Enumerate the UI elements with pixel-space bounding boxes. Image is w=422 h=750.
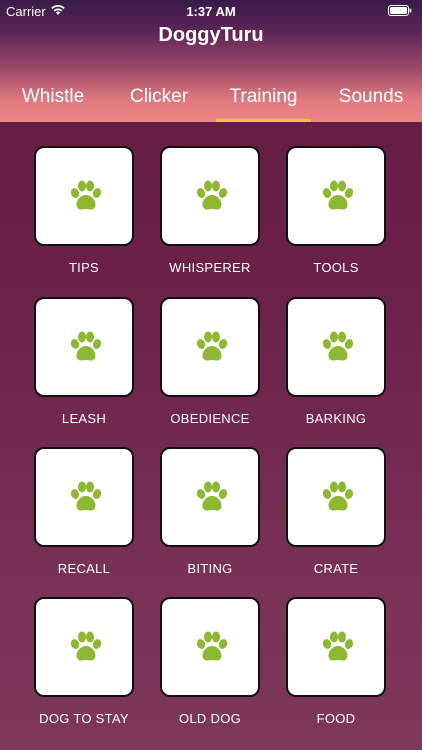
tile-label: TIPS [68,260,100,275]
tile-tools[interactable]: TOOLS [286,146,386,275]
tile-leash[interactable]: LEASH [34,297,134,426]
tile-card[interactable] [160,597,260,697]
tile-old-dog[interactable]: OLD DOG [160,597,260,726]
paw-icon [322,331,354,361]
tile-card[interactable] [286,297,386,397]
tile-obedience[interactable]: OBEDIENCE [160,297,260,426]
tile-label: OLD DOG [178,711,242,726]
tile-biting[interactable]: BITING [160,447,260,576]
tile-card[interactable] [286,597,386,697]
paw-icon [196,481,228,511]
status-time: 1:37 AM [186,4,236,19]
tile-whisperer[interactable]: WHISPERER [160,146,260,275]
app-title: DoggyTuru [158,24,264,46]
tile-card[interactable] [160,146,260,246]
tile-card[interactable] [34,447,134,547]
tile-dog-to-stay[interactable]: DOG TO STAY [34,597,134,726]
tile-label: CRATE [313,561,359,576]
paw-icon [70,481,102,511]
tile-card[interactable] [34,297,134,397]
battery-icon [388,5,412,16]
tile-card[interactable] [286,447,386,547]
tile-label: WHISPERER [169,260,251,275]
tile-crate[interactable]: CRATE [286,447,386,576]
tile-card[interactable] [34,146,134,246]
paw-icon [196,631,228,661]
header: Carrier 1:37 AM DoggyTuru Whistle Clicke… [0,0,422,122]
tile-label: FOOD [316,711,356,726]
tab-training[interactable]: Training [216,86,311,108]
paw-icon [196,180,228,210]
paw-icon [196,331,228,361]
paw-icon [322,180,354,210]
tab-clicker[interactable]: Clicker [115,86,203,108]
tile-barking[interactable]: BARKING [286,297,386,426]
paw-icon [322,631,354,661]
tile-tips[interactable]: TIPS [34,146,134,275]
tile-recall[interactable]: RECALL [34,447,134,576]
tile-label: LEASH [61,411,107,426]
tile-label: RECALL [57,561,111,576]
status-bar: Carrier 1:37 AM [0,0,422,22]
tile-card[interactable] [34,597,134,697]
tab-whistle[interactable]: Whistle [10,86,96,108]
paw-icon [70,631,102,661]
paw-icon [70,331,102,361]
tile-card[interactable] [160,297,260,397]
tile-label: BITING [187,561,233,576]
tile-label: TOOLS [313,260,359,275]
tile-label: OBEDIENCE [170,411,250,426]
tile-food[interactable]: FOOD [286,597,386,726]
paw-icon [70,180,102,210]
tile-label: BARKING [305,411,367,426]
tile-card[interactable] [286,146,386,246]
tile-label: DOG TO STAY [39,711,129,726]
tab-sounds[interactable]: Sounds [330,86,412,108]
tab-bar: Whistle Clicker Training Sounds [0,80,422,122]
tile-card[interactable] [160,447,260,547]
app-screen: Carrier 1:37 AM DoggyTuru Whistle Clicke… [0,0,422,750]
training-grid: TIPS WHISPERER TOOLS LEASH OBEDIENCE BAR… [0,122,422,750]
paw-icon [322,481,354,511]
